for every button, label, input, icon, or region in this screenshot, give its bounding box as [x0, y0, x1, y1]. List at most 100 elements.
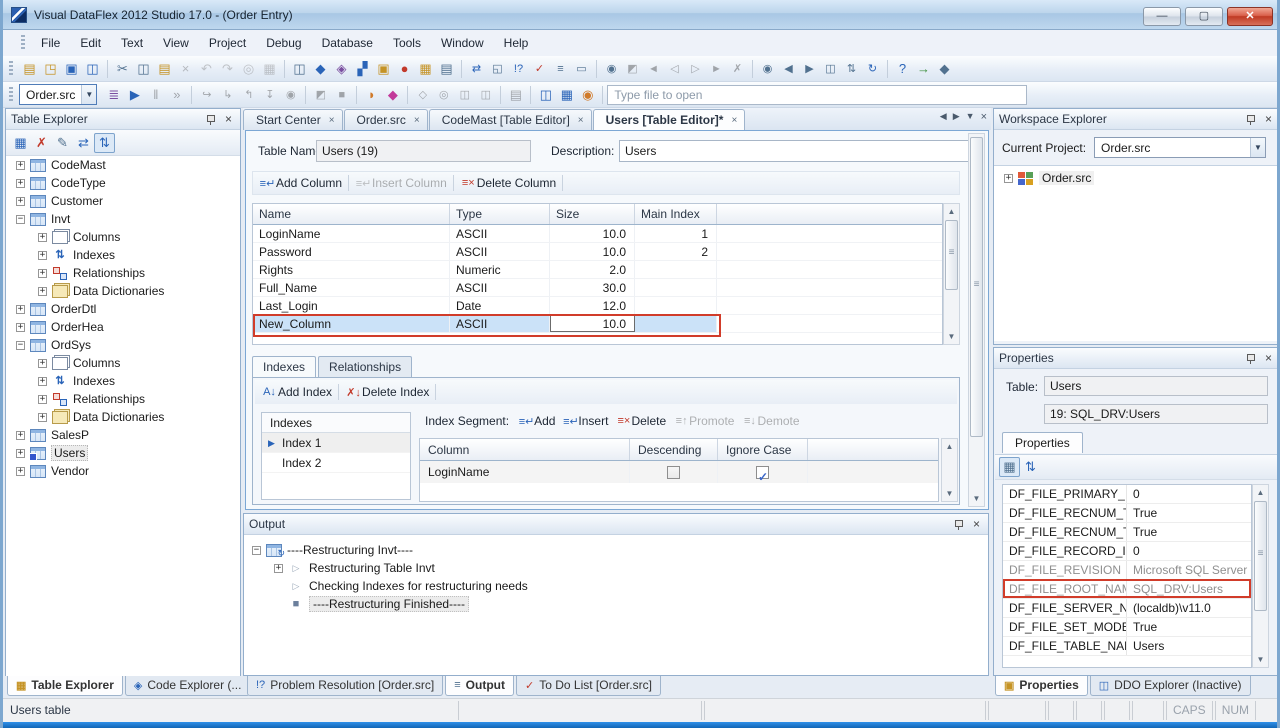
replace-button[interactable]: ↻ [862, 59, 883, 79]
property-value[interactable]: 0 [1127, 542, 1251, 560]
property-row[interactable]: DF_FILE_RECNUM_TAE True [1003, 523, 1251, 542]
sort-tables-button[interactable]: ⇅ [94, 133, 115, 153]
cell-name[interactable]: Full_Name [253, 279, 450, 296]
incremental-search-button[interactable]: ⇅ [841, 59, 862, 79]
cell-size[interactable]: 10.0 [550, 315, 635, 332]
paste-button[interactable]: ▤ [154, 59, 175, 79]
breakpoints-button[interactable]: ◆ [382, 85, 403, 105]
tree-item[interactable]: − OrdSys [6, 336, 240, 354]
tool-window-tab[interactable]: ▦ Table Explorer [7, 676, 123, 696]
menu-item[interactable]: View [153, 32, 199, 54]
segment-cell-descending[interactable] [630, 461, 718, 483]
close-document-icon[interactable]: × [981, 111, 987, 123]
file-open-input[interactable] [607, 85, 1027, 105]
class-browser-button[interactable]: ▞ [352, 59, 373, 79]
tree-item[interactable]: + Data Dictionaries [6, 282, 240, 300]
segment-delete-button[interactable]: ≡× Delete [612, 410, 670, 432]
delete-button[interactable]: × [175, 59, 196, 79]
color-palette-button[interactable]: ● [394, 59, 415, 79]
segment-cell-column[interactable]: LoginName [420, 461, 630, 483]
expand-toggle-icon[interactable]: + [38, 287, 47, 296]
tree-item[interactable]: + Relationships [6, 264, 240, 282]
expand-toggle-icon[interactable]: + [38, 359, 47, 368]
tree-item[interactable]: + CodeMast [6, 156, 240, 174]
property-value[interactable]: True [1127, 504, 1251, 522]
maintenance-tools-button[interactable]: ◆ [934, 59, 955, 79]
segment-header-descending[interactable]: Descending [630, 439, 718, 460]
columns-grid-scrollbar[interactable]: ▲▼ [943, 203, 960, 345]
pin-icon[interactable] [953, 519, 964, 530]
segment-insert-button[interactable]: ≡↵ Insert [559, 410, 612, 432]
cell-type[interactable]: Date [450, 297, 550, 314]
table-name-field[interactable]: Users (19) [316, 140, 531, 162]
expand-toggle-icon[interactable]: + [16, 431, 25, 440]
property-row[interactable]: DF_FILE_TABLE_NAME Users [1003, 637, 1251, 656]
tree-item[interactable]: + Vendor [6, 462, 240, 480]
segment-demote-button[interactable]: ≡↓ Demote [738, 410, 803, 432]
expand-toggle-icon[interactable]: − [16, 215, 25, 224]
toggle-bookmark-button[interactable]: ◩ [622, 59, 643, 79]
minimize-button[interactable]: — [1143, 7, 1181, 26]
segment-promote-button[interactable]: ≡↑ Promote [670, 410, 738, 432]
add-column-button[interactable]: ≡↵ Add Column [253, 172, 348, 194]
tree-item[interactable]: + Indexes [6, 246, 240, 264]
database-wizard-button[interactable]: ◈ [331, 59, 352, 79]
cell-name[interactable]: New_Column [253, 315, 450, 332]
segment-cell-ignore-case[interactable] [718, 461, 808, 483]
document-tab[interactable]: CodeMast [Table Editor] × [429, 109, 592, 130]
expand-toggle-icon[interactable]: + [1004, 174, 1013, 183]
cell-name[interactable]: LoginName [253, 225, 450, 242]
categorized-view-button[interactable]: ▦ [999, 457, 1020, 477]
scroll-tabs-left-icon[interactable]: ◀ [940, 111, 947, 123]
table-editor-button[interactable]: ▦ [415, 59, 436, 79]
expand-toggle-icon[interactable]: + [16, 305, 25, 314]
break-all-button[interactable]: ◩ [310, 85, 331, 105]
index-list-item[interactable]: ▶ Index 1 [262, 433, 410, 453]
menu-item[interactable]: Database [312, 32, 383, 54]
cell-main-index[interactable] [635, 279, 717, 296]
expand-toggle-icon[interactable]: + [38, 395, 47, 404]
close-icon[interactable]: × [222, 113, 235, 125]
properties-tab[interactable]: Properties [1002, 432, 1083, 453]
editor-scrollbar[interactable]: ▼ [968, 133, 985, 507]
close-icon[interactable]: × [970, 518, 983, 530]
property-value[interactable]: True [1127, 523, 1251, 541]
todo-list-button[interactable]: ✓ [529, 59, 550, 79]
insert-column-button[interactable]: ≡↵ Insert Column [349, 172, 453, 194]
tree-item[interactable]: + CodeType [6, 174, 240, 192]
property-value[interactable]: True [1127, 618, 1251, 636]
help-button[interactable]: ? [892, 59, 913, 79]
find-button[interactable]: ◉ [757, 59, 778, 79]
clipboard-ring-button[interactable]: ◎ [238, 59, 259, 79]
tree-item[interactable]: + Indexes [6, 372, 240, 390]
menu-item[interactable]: Tools [383, 32, 431, 54]
delete-index-button[interactable]: ✗↓ Delete Index [339, 381, 435, 403]
user-accounts-button[interactable]: ◉ [577, 85, 598, 105]
delete-column-button[interactable]: ≡× Delete Column [454, 172, 562, 194]
document-tab[interactable]: Start Center × [243, 109, 343, 130]
clear-breakpoints-button[interactable]: ◇ [412, 85, 433, 105]
column-header-name[interactable]: Name [253, 204, 450, 224]
menu-item[interactable]: Project [199, 32, 256, 54]
watch-window-button[interactable]: ◫ [454, 85, 475, 105]
output-line[interactable]: + Restructuring Table Invt [244, 559, 988, 577]
source-view-button[interactable]: ▤ [436, 59, 457, 79]
tab-close-icon[interactable]: × [329, 115, 335, 126]
expand-toggle-icon[interactable]: + [16, 449, 25, 458]
restore-button[interactable]: ▢ [1185, 7, 1223, 26]
description-field[interactable]: Users [619, 140, 971, 162]
tree-item[interactable]: + Customer [6, 192, 240, 210]
find-in-files-button[interactable]: ◫ [820, 59, 841, 79]
close-button[interactable]: ✕ [1227, 7, 1273, 26]
column-row[interactable]: Rights Numeric 2.0 [253, 261, 942, 279]
tool-window-tab[interactable]: ◈ Code Explorer (... [125, 676, 251, 696]
tab-close-icon[interactable]: × [414, 115, 420, 126]
close-icon[interactable]: × [1262, 352, 1275, 364]
column-row[interactable]: Password ASCII 10.0 2 [253, 243, 942, 261]
last-bookmark-button[interactable]: ► [706, 59, 727, 79]
segment-header-ignore-case[interactable]: Ignore Case [718, 439, 808, 460]
pin-icon[interactable] [205, 114, 216, 125]
index-section-tab[interactable]: Indexes [252, 356, 316, 377]
tool-window-tab[interactable]: ✓ To Do List [Order.src] [516, 676, 661, 696]
expand-toggle-icon[interactable]: − [252, 546, 261, 555]
